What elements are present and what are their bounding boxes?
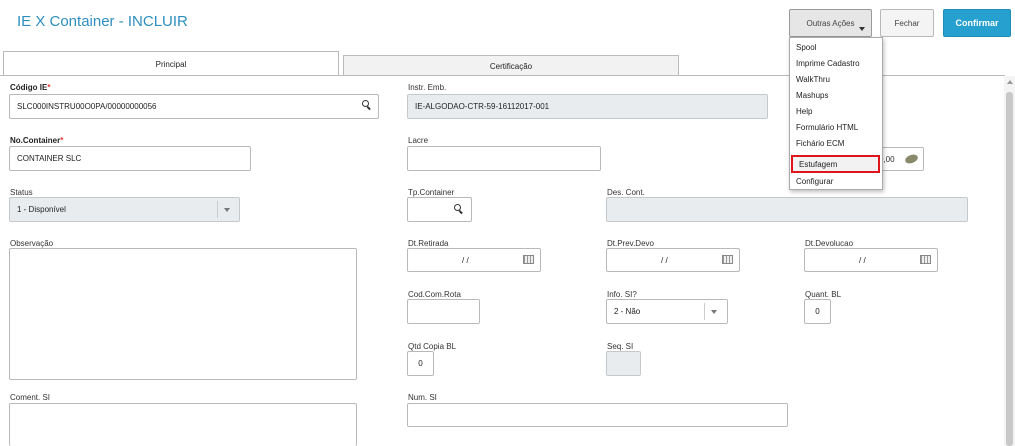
dt-prev-devo-field[interactable]: / / (606, 248, 740, 272)
num-si-field[interactable] (407, 403, 788, 427)
instr-emb-field: IE-ALGODAO-CTR-59-16112017-001 (407, 94, 768, 119)
calendar-icon[interactable] (523, 255, 534, 264)
instr-emb-value: IE-ALGODAO-CTR-59-16112017-001 (415, 102, 550, 111)
status-label: Status (10, 188, 33, 197)
quant-bl-value: 0 (815, 307, 820, 316)
required-marker: * (47, 83, 51, 92)
dt-retirada-field[interactable]: / / (407, 248, 541, 272)
required-marker: * (60, 136, 64, 145)
quant-bl-label: Quant. BL (805, 290, 842, 299)
no-container-field[interactable]: CONTAINER SLC (9, 146, 251, 171)
dt-retirada-value: / / (462, 255, 469, 265)
observacao-label: Observação (10, 239, 54, 248)
dt-prev-devo-label: Dt.Prev.Devo (607, 239, 654, 248)
scroll-up-arrow-icon[interactable] (1007, 80, 1013, 84)
search-icon[interactable] (362, 100, 372, 110)
calendar-icon[interactable] (722, 255, 733, 264)
outras-acoes-label: Outras Ações (806, 18, 855, 28)
no-container-label: No.Container* (10, 136, 63, 145)
seq-si-label: Seq. SI (607, 342, 634, 351)
tp-container-label: Tp.Container (408, 188, 455, 197)
observacao-textarea[interactable] (9, 248, 357, 380)
menu-item-fichario-ecm[interactable]: Fichário ECM (790, 136, 882, 151)
fechar-button[interactable]: Fechar (880, 9, 934, 37)
info-si-value: 2 - Não (614, 307, 641, 316)
seq-si-field (606, 351, 641, 376)
codigo-ie-value: SLC000INSTRU00O0PA/00000000056 (17, 102, 157, 111)
dt-devolucao-field[interactable]: / / (804, 248, 938, 272)
dt-retirada-label: Dt.Retirada (408, 239, 449, 248)
dt-devolucao-value: / / (859, 255, 866, 265)
info-si-select[interactable]: 2 - Não (606, 299, 728, 324)
no-container-value: CONTAINER SLC (17, 154, 82, 163)
codigo-ie-field[interactable]: SLC000INSTRU00O0PA/00000000056 (9, 94, 379, 119)
confirmar-button[interactable]: Confirmar (943, 9, 1011, 37)
coment-si-textarea[interactable] (9, 403, 357, 446)
chevron-down-icon (859, 27, 865, 31)
outras-acoes-menu: Spool Imprime Cadastro WalkThru Mashups … (789, 37, 883, 190)
menu-item-formulario-html[interactable]: Formulário HTML (790, 120, 882, 135)
des-cont-field (606, 197, 968, 222)
menu-item-help[interactable]: Help (790, 104, 882, 119)
dt-devolucao-label: Dt.Devolucao (805, 239, 854, 248)
chevron-down-icon[interactable] (224, 208, 230, 212)
calendar-icon[interactable] (920, 255, 931, 264)
num-si-label: Num. SI (408, 393, 437, 402)
lacre-field[interactable] (407, 146, 601, 171)
qtd-copia-bl-label: Qtd Copia BL (408, 342, 457, 351)
coment-si-label: Coment. SI (10, 393, 51, 402)
no-container-label-text: No.Container (10, 136, 61, 145)
chevron-down-icon[interactable] (711, 310, 717, 314)
menu-item-estufagem[interactable]: Estufagem (791, 155, 880, 173)
status-select[interactable]: 1 - Disponível (9, 197, 240, 222)
info-si-select-separator (704, 303, 705, 320)
status-select-separator (217, 201, 218, 218)
outras-acoes-button[interactable]: Outras Ações (789, 9, 872, 37)
tab-principal[interactable]: Principal (3, 51, 339, 77)
cod-com-rota-field[interactable] (407, 299, 480, 324)
page-title: IE X Container - INCLUIR (17, 13, 188, 30)
dt-prev-devo-value: / / (661, 255, 668, 265)
menu-item-imprime-cadastro[interactable]: Imprime Cadastro (790, 56, 882, 71)
codigo-ie-label-text: Código IE (10, 83, 48, 92)
qtd-copia-bl-field[interactable]: 0 (407, 351, 434, 376)
instr-emb-label: Instr. Emb. (408, 83, 447, 92)
des-cont-label: Des. Cont. (607, 188, 645, 197)
qtd-copia-bl-value: 0 (418, 359, 423, 368)
cod-com-rota-label: Cod.Com.Rota (408, 290, 461, 299)
menu-item-walkthru[interactable]: WalkThru (790, 72, 882, 87)
menu-item-configurar[interactable]: Configurar (790, 174, 882, 189)
codigo-ie-label: Código IE* (10, 83, 50, 92)
menu-item-mashups[interactable]: Mashups (790, 88, 882, 103)
scrollbar-thumb[interactable] (1006, 92, 1013, 446)
menu-item-spool[interactable]: Spool (790, 40, 882, 55)
quant-bl-field[interactable]: 0 (804, 299, 831, 324)
search-icon[interactable] (454, 204, 464, 214)
status-value: 1 - Disponível (17, 205, 66, 214)
lacre-label: Lacre (408, 136, 429, 145)
info-si-label: Info. SI? (607, 290, 637, 299)
